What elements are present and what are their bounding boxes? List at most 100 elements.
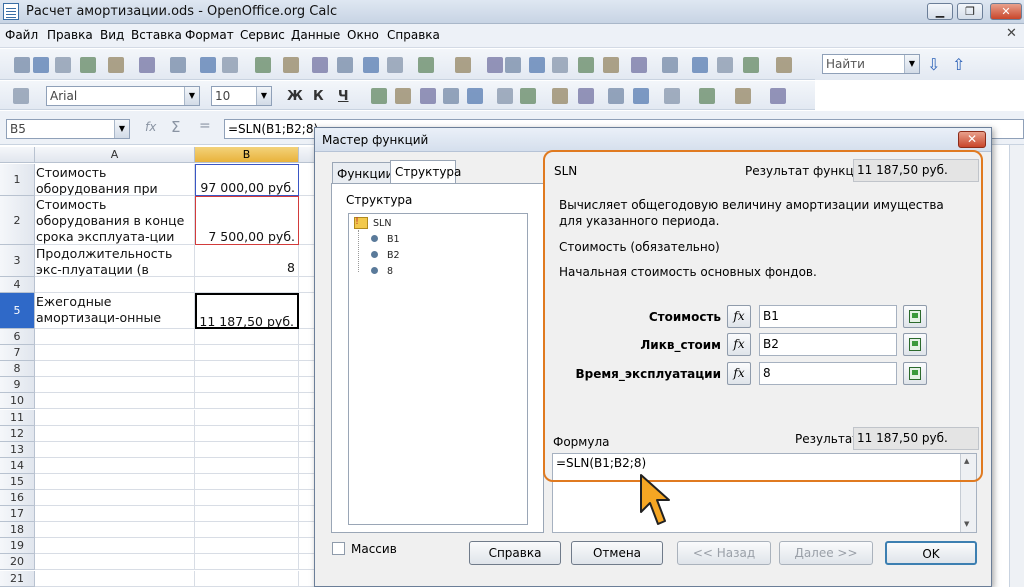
row-header[interactable]: 1 — [0, 164, 35, 196]
menu-insert[interactable]: Вставка — [131, 28, 182, 42]
cell-a[interactable] — [35, 441, 195, 458]
cell-b[interactable] — [195, 538, 299, 555]
toolbar-icon[interactable] — [371, 88, 387, 104]
toolbar-icon[interactable] — [487, 57, 503, 73]
toolbar-icon[interactable] — [633, 88, 649, 104]
cell-b[interactable] — [195, 361, 299, 378]
menu-view[interactable]: Вид — [100, 28, 124, 42]
cell-a[interactable] — [35, 393, 195, 410]
cell-c[interactable] — [299, 538, 315, 555]
dialog-close-button[interactable]: ✕ — [958, 131, 986, 148]
row-header[interactable]: 3 — [0, 245, 35, 277]
function-wizard-icon[interactable]: fx — [145, 120, 156, 134]
toolbar-icon[interactable] — [770, 88, 786, 104]
row-header[interactable]: 18 — [0, 522, 35, 539]
next-button[interactable]: Далее >> — [779, 541, 873, 565]
ok-button[interactable]: OK — [885, 541, 977, 565]
structure-tree[interactable]: ! SLN B1 B2 8 — [348, 213, 528, 525]
corner-cell[interactable] — [0, 147, 35, 163]
cell-a[interactable] — [35, 361, 195, 378]
minimize-button[interactable]: ▁ — [927, 3, 953, 20]
toolbar-icon[interactable] — [13, 88, 29, 104]
toolbar-icon[interactable] — [108, 57, 124, 73]
cell-c[interactable] — [299, 554, 315, 571]
sum-icon[interactable]: Σ — [171, 118, 180, 136]
row-header[interactable]: 17 — [0, 506, 35, 523]
scroll-down-icon[interactable]: ▼ — [964, 520, 969, 528]
cell-c[interactable] — [299, 329, 315, 346]
cell-c[interactable] — [299, 458, 315, 474]
cell-a[interactable] — [35, 522, 195, 539]
equals-icon[interactable]: = — [199, 118, 211, 134]
cell-a[interactable] — [35, 457, 195, 474]
tree-child[interactable]: B1 — [387, 234, 400, 245]
column-header-a[interactable]: A — [35, 147, 195, 163]
toolbar-icon[interactable] — [578, 88, 594, 104]
cell-a[interactable] — [35, 554, 195, 571]
toolbar-icon[interactable] — [443, 88, 459, 104]
cell-b[interactable] — [195, 490, 299, 507]
find-prev-icon[interactable]: ⇧ — [952, 55, 965, 74]
row-header[interactable]: 19 — [0, 538, 35, 555]
cell-c[interactable] — [299, 196, 315, 245]
toolbar-icon[interactable] — [395, 88, 411, 104]
toolbar-icon[interactable] — [255, 57, 271, 73]
toolbar-icon[interactable] — [664, 88, 680, 104]
chevron-down-icon[interactable]: ▼ — [256, 87, 271, 105]
cell-c[interactable] — [299, 442, 315, 458]
toolbar-icon[interactable] — [363, 57, 379, 73]
cell-a[interactable]: Стоимость оборудования при покупке — [35, 164, 195, 196]
find-next-icon[interactable]: ⇩ — [927, 55, 940, 74]
cell-c[interactable] — [299, 426, 315, 442]
cell-c[interactable] — [299, 474, 315, 490]
cell-a[interactable]: Продолжительность экс-плуатации (в годах… — [35, 245, 195, 277]
tab-functions[interactable]: Функции — [332, 162, 393, 184]
help-button[interactable]: Справка — [469, 541, 561, 565]
cell-a[interactable] — [35, 277, 195, 293]
toolbar-icon[interactable] — [337, 57, 353, 73]
cell-a[interactable] — [35, 473, 195, 490]
cell-a[interactable] — [35, 425, 195, 442]
cell-b[interactable] — [195, 506, 299, 523]
menu-help[interactable]: Справка — [387, 28, 440, 42]
cell-b[interactable] — [195, 377, 299, 394]
close-window-button[interactable]: ✕ — [990, 3, 1022, 20]
cell-a[interactable] — [35, 506, 195, 523]
menu-tools[interactable]: Сервис — [240, 28, 285, 42]
cell-a[interactable] — [35, 490, 195, 507]
toolbar-icon[interactable] — [552, 57, 568, 73]
row-header[interactable]: 21 — [0, 570, 35, 587]
chevron-down-icon[interactable]: ▼ — [114, 120, 129, 138]
tree-child[interactable]: B2 — [387, 250, 400, 261]
cell-b[interactable]: 7 500,00 руб. — [195, 196, 299, 245]
row-header[interactable]: 10 — [0, 393, 35, 410]
row-header[interactable]: 15 — [0, 473, 35, 490]
cell-a[interactable] — [35, 377, 195, 394]
cell-c[interactable] — [299, 245, 315, 277]
row-header[interactable]: 11 — [0, 409, 35, 426]
toolbar-icon[interactable] — [520, 88, 536, 104]
cell-c[interactable] — [299, 393, 315, 410]
toolbar-icon[interactable] — [33, 57, 49, 73]
row-header[interactable]: 16 — [0, 490, 35, 507]
cell-b[interactable] — [195, 570, 299, 587]
chevron-down-icon[interactable]: ▼ — [904, 55, 919, 73]
toolbar-icon[interactable] — [14, 57, 30, 73]
cell-a[interactable]: Стоимость оборудования в конце срока экс… — [35, 196, 195, 245]
row-header[interactable]: 7 — [0, 345, 35, 362]
cell-c[interactable] — [299, 571, 315, 587]
column-header-c[interactable] — [299, 147, 315, 163]
cell-c[interactable] — [299, 345, 315, 362]
tree-child[interactable]: 8 — [387, 266, 393, 277]
toolbar-icon[interactable] — [603, 57, 619, 73]
italic-button[interactable]: К — [313, 89, 324, 104]
row-header[interactable]: 9 — [0, 377, 35, 394]
row-header[interactable]: 14 — [0, 457, 35, 474]
row-header[interactable]: 4 — [0, 277, 35, 293]
back-button[interactable]: << Назад — [677, 541, 771, 565]
name-box[interactable]: B5 — [6, 119, 130, 139]
cell-c[interactable] — [299, 361, 315, 378]
row-header[interactable]: 2 — [0, 196, 35, 245]
toolbar-icon[interactable] — [497, 88, 513, 104]
cell-a[interactable] — [35, 329, 195, 346]
